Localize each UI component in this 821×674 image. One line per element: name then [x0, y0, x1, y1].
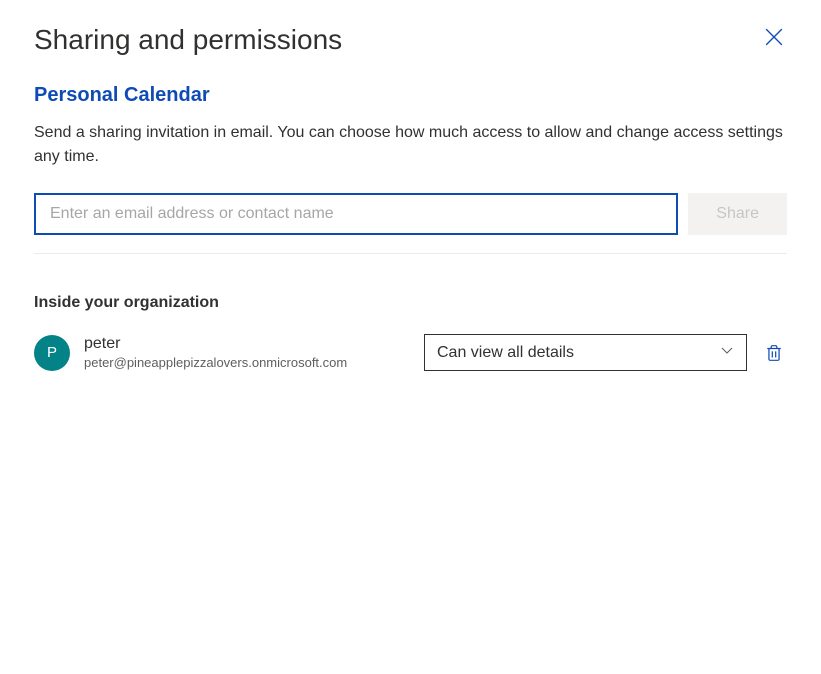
delete-button[interactable] [761, 340, 787, 366]
person-row: P peter peter@pineapplepizzalovers.onmic… [34, 334, 787, 372]
trash-icon [765, 344, 783, 362]
calendar-name: Personal Calendar [34, 84, 787, 107]
permission-value: Can view all details [437, 344, 574, 362]
person-email: peter@pineapplepizzalovers.onmicrosoft.c… [84, 355, 410, 372]
section-title: Inside your organization [34, 294, 787, 312]
person-name: peter [84, 334, 410, 355]
close-icon [765, 28, 783, 46]
close-button[interactable] [761, 24, 787, 50]
description-text: Send a sharing invitation in email. You … [34, 121, 787, 169]
chevron-down-icon [720, 343, 734, 362]
email-input[interactable] [34, 193, 678, 235]
divider [34, 253, 787, 254]
share-button[interactable]: Share [688, 193, 787, 235]
person-info: peter peter@pineapplepizzalovers.onmicro… [84, 334, 410, 372]
permission-select[interactable]: Can view all details [424, 334, 747, 371]
page-title: Sharing and permissions [34, 24, 342, 56]
avatar: P [34, 335, 70, 371]
